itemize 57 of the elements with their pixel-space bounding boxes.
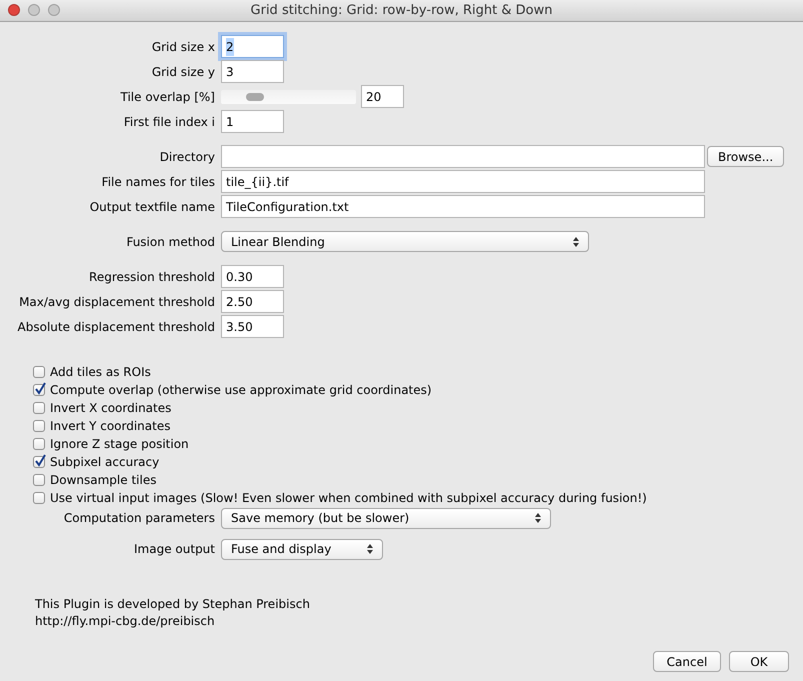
slider-thumb[interactable] — [246, 92, 264, 100]
checkbox-label: Downsample tiles — [50, 472, 156, 489]
checkbox[interactable] — [33, 384, 45, 396]
dropdown[interactable]: Linear Blending — [221, 231, 589, 252]
checkbox-label: Use virtual input images (Slow! Even slower when combined with subpixel accuracy during fusion!) — [50, 490, 647, 507]
checkbox[interactable] — [33, 402, 45, 414]
input-field[interactable]: 0.30 — [221, 265, 284, 288]
input-field[interactable] — [221, 145, 705, 168]
field-label: Absolute displacement threshold — [18, 320, 215, 334]
field-label: Tile overlap [%] — [120, 90, 215, 104]
checkbox[interactable] — [33, 438, 45, 450]
field-label: Fusion method — [126, 234, 215, 248]
input-field[interactable]: 1 — [221, 110, 284, 133]
field-label: Computation parameters — [64, 511, 215, 525]
input-field[interactable]: TileConfiguration.txt — [221, 195, 705, 218]
field-label: File names for tiles — [102, 174, 215, 188]
footer-text: http://fly.mpi-cbg.de/preibisch — [35, 613, 216, 630]
checkbox[interactable] — [33, 492, 45, 504]
checkmark-icon — [34, 454, 47, 467]
field-label: Max/avg displacement threshold — [19, 294, 215, 308]
close-button[interactable] — [8, 4, 20, 16]
up-down-arrows-icon — [367, 544, 373, 554]
input-field[interactable]: 20 — [361, 85, 404, 108]
field-label: First file index i — [124, 114, 215, 128]
checkbox[interactable] — [33, 474, 45, 486]
field-label: Directory — [160, 150, 215, 164]
field-label: Output textfile name — [90, 200, 215, 214]
up-down-arrows-icon — [535, 513, 541, 523]
checkbox-label: Invert Y coordinates — [50, 418, 170, 435]
field-label: Regression threshold — [89, 270, 215, 284]
input-field[interactable]: tile_{ii}.tif — [221, 170, 705, 193]
checkbox-label: Add tiles as ROIs — [50, 364, 151, 381]
window-title: Grid stitching: Grid: row-by-row, Right & Down — [250, 2, 552, 20]
input-field[interactable]: 2.50 — [221, 290, 284, 313]
checkbox-label: Ignore Z stage position — [50, 436, 189, 453]
checkbox-label: Invert X coordinates — [50, 400, 172, 417]
dialog-button[interactable]: Cancel — [653, 651, 721, 672]
zoom-button[interactable] — [48, 4, 60, 16]
minimize-button[interactable] — [28, 4, 40, 16]
field-label: Grid size x — [152, 40, 215, 54]
input-field[interactable]: 3 — [221, 60, 284, 83]
dialog-button[interactable]: OK — [729, 651, 789, 672]
checkbox-label: Subpixel accuracy — [50, 454, 160, 471]
input-field[interactable]: 2 — [221, 35, 284, 58]
checkmark-icon — [34, 382, 47, 395]
checkbox-label: Compute overlap (otherwise use approximate grid coordinates) — [50, 382, 432, 399]
field-label: Image output — [134, 542, 215, 556]
checkbox[interactable] — [33, 366, 45, 378]
checkbox[interactable] — [33, 420, 45, 432]
browse-button[interactable]: Browse... — [707, 146, 784, 167]
input-field[interactable]: 3.50 — [221, 315, 284, 338]
field-label: Grid size y — [152, 64, 215, 78]
up-down-arrows-icon — [573, 236, 579, 246]
dropdown[interactable]: Fuse and display — [221, 538, 383, 560]
dropdown[interactable]: Save memory (but be slower) — [221, 508, 551, 528]
checkbox[interactable] — [33, 456, 45, 468]
footer-text: This Plugin is developed by Stephan Preibisch — [35, 596, 311, 613]
